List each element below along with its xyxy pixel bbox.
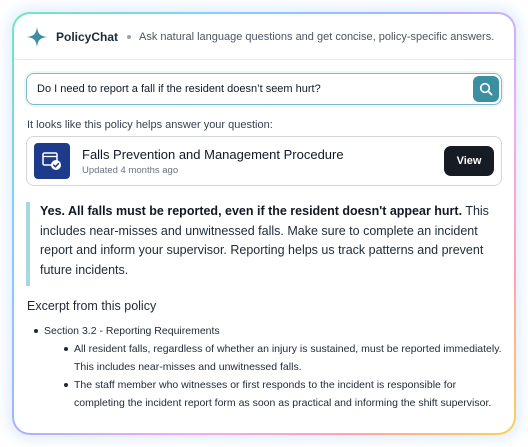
result-intro: It looks like this policy helps answer y… — [27, 119, 273, 131]
header: PolicyChat Ask natural language question… — [14, 14, 514, 60]
policy-result-card[interactable]: Falls Prevention and Management Procedur… — [26, 136, 502, 186]
search-button[interactable] — [473, 76, 499, 102]
excerpt-heading: Excerpt from this policy — [27, 299, 157, 313]
chat-panel: PolicyChat Ask natural language question… — [14, 14, 514, 433]
header-separator — [127, 34, 132, 39]
policy-updated: Updated 4 months ago — [82, 164, 179, 176]
app-frame: PolicyChat Ask natural language question… — [12, 12, 516, 435]
policy-info: Falls Prevention and Management Procedur… — [82, 147, 444, 176]
policy-excerpt: Section 3.2 - Reporting Requirements All… — [30, 322, 502, 412]
app-name: PolicyChat — [56, 29, 119, 44]
document-check-icon — [34, 143, 70, 179]
section-title: Section 3.2 - Reporting Requirements — [44, 325, 220, 337]
question-input-value[interactable]: Do I need to report a fall if the reside… — [37, 83, 473, 95]
app-tagline: Ask natural language questions and get c… — [139, 30, 495, 43]
policy-title[interactable]: Falls Prevention and Management Procedur… — [82, 147, 444, 162]
sparkle-icon — [26, 26, 48, 48]
excerpt-section: Section 3.2 - Reporting Requirements All… — [30, 322, 502, 412]
answer-block: Yes. All falls must be reported, even if… — [26, 202, 498, 286]
question-input[interactable]: Do I need to report a fall if the reside… — [26, 73, 502, 105]
view-button[interactable]: View — [444, 146, 494, 176]
search-icon — [479, 82, 493, 96]
answer-summary: Yes. All falls must be reported, even if… — [40, 204, 463, 218]
list-item: The staff member who witnesses or first … — [44, 376, 502, 412]
list-item: All resident falls, regardless of whethe… — [44, 340, 502, 376]
